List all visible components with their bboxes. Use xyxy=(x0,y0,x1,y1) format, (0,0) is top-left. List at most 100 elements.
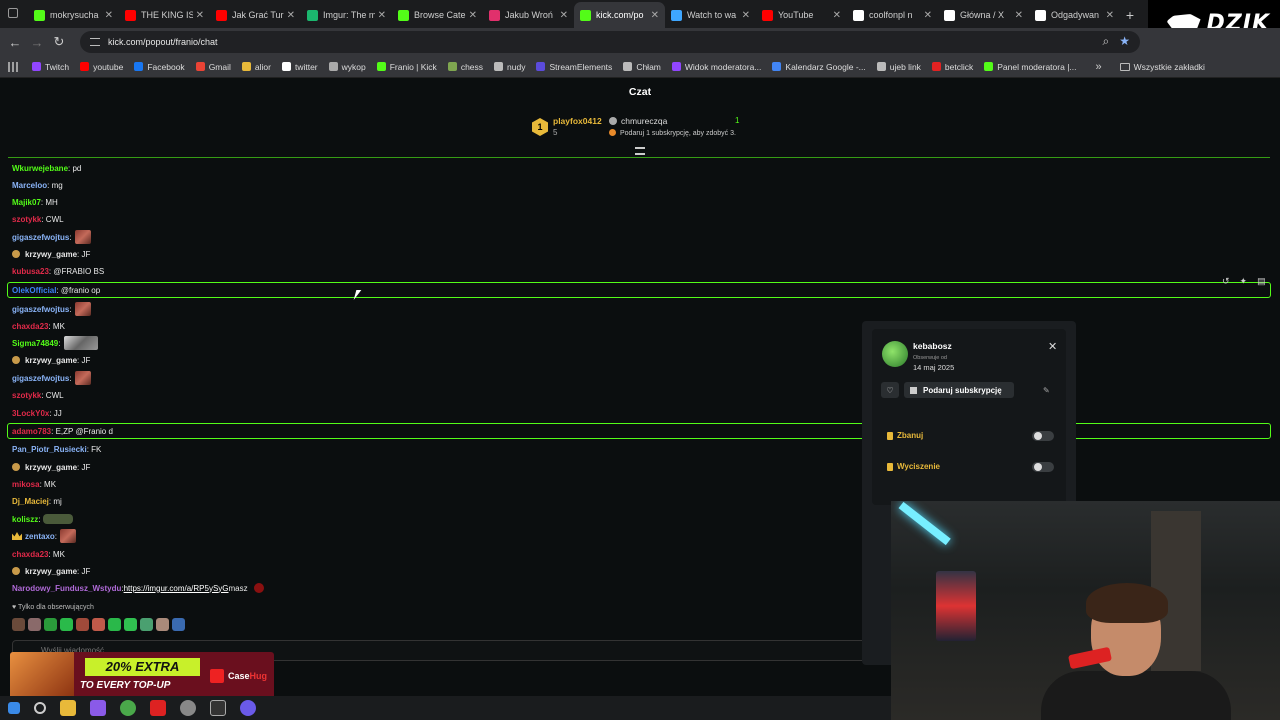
bookmark-item[interactable]: Franio | Kick xyxy=(376,62,437,72)
reply-icon[interactable]: ↺ xyxy=(1222,276,1230,287)
address-url[interactable]: kick.com/popout/franio/chat xyxy=(108,37,218,47)
chat-username[interactable]: chaxda23 xyxy=(12,322,48,331)
emote-icon[interactable] xyxy=(124,618,137,631)
tab-9[interactable]: coolfonpl n ✕ xyxy=(847,2,938,28)
chat-message[interactable]: szotykk: CWL xyxy=(12,211,64,227)
tab-close-icon[interactable]: ✕ xyxy=(924,10,932,21)
chat-username[interactable]: szotykk xyxy=(12,215,41,224)
tab-close-icon[interactable]: ✕ xyxy=(378,10,386,21)
zoom-icon[interactable]: ⌕ xyxy=(1103,34,1110,49)
close-icon[interactable]: ✕ xyxy=(1048,340,1057,353)
chat-message[interactable]: kubusa23: @FRABIO BS xyxy=(12,263,104,279)
chat-username[interactable]: mikosa xyxy=(12,480,40,489)
search-icon[interactable] xyxy=(34,702,46,714)
chat-message[interactable]: Dj_Maciej: mj xyxy=(12,493,62,509)
chat-username[interactable]: krzywy_game xyxy=(25,250,77,259)
emote-icon[interactable] xyxy=(12,618,25,631)
chat-username[interactable]: koliszz xyxy=(12,515,38,524)
bookmark-item[interactable]: Gmail xyxy=(195,62,231,72)
bookmark-item[interactable]: youtube xyxy=(80,62,123,72)
tab-close-icon[interactable]: ✕ xyxy=(1106,10,1114,21)
chat-username[interactable]: OlekOfficial xyxy=(12,286,56,295)
tab-close-icon[interactable]: ✕ xyxy=(196,10,204,21)
chat-message[interactable]: adamo783: E,ZP @Franio d xyxy=(12,423,113,439)
chat-username[interactable]: Sigma74849 xyxy=(12,339,58,348)
bookmark-item[interactable]: nudy xyxy=(494,62,525,72)
app-icon[interactable] xyxy=(90,700,106,716)
bookmark-item[interactable]: Kalendarz Google -... xyxy=(772,62,866,72)
chat-message[interactable]: 3LockY0x: JJ xyxy=(12,405,62,421)
bookmark-item[interactable]: betclick xyxy=(931,62,973,72)
delete-icon[interactable]: ▤ xyxy=(1257,276,1266,287)
chat-username[interactable]: krzywy_game xyxy=(25,567,77,576)
apps-grid-icon[interactable] xyxy=(8,61,18,72)
bookmark-item[interactable]: Widok moderatora... xyxy=(671,62,761,72)
chat-message[interactable]: OlekOfficial: @franio op xyxy=(12,282,100,298)
tab-close-icon[interactable]: ✕ xyxy=(469,10,477,21)
tab-6[interactable]: kick.com/po ✕ xyxy=(574,2,665,28)
tab-7[interactable]: Watch to wa ✕ xyxy=(665,2,756,28)
chat-username[interactable]: gigaszefwojtus xyxy=(12,305,69,314)
emote-icon[interactable] xyxy=(92,618,105,631)
emote-icon[interactable] xyxy=(140,618,153,631)
chat-message[interactable]: koliszz: xyxy=(12,511,74,527)
file-explorer-icon[interactable] xyxy=(60,700,76,716)
chat-message[interactable]: krzywy_game: JF xyxy=(12,352,90,368)
bookmarks-overflow-icon[interactable]: » xyxy=(1096,61,1102,73)
top-gifter-name[interactable]: playfox0412 xyxy=(553,116,602,126)
chat-username[interactable]: gigaszefwojtus xyxy=(12,374,69,383)
ban-toggle[interactable] xyxy=(1032,431,1054,441)
settings-icon[interactable] xyxy=(180,700,196,716)
chat-message[interactable]: mikosa: MK xyxy=(12,476,56,492)
tab-close-icon[interactable]: ✕ xyxy=(105,10,113,21)
tab-4[interactable]: Browse Cate ✕ xyxy=(392,2,483,28)
card-username[interactable]: kebabosz xyxy=(913,341,952,351)
emote-icon[interactable] xyxy=(28,618,41,631)
follow-heart-button[interactable]: ♡ xyxy=(881,382,899,398)
emote-icon[interactable] xyxy=(108,618,121,631)
tab-10[interactable]: Główna / X ✕ xyxy=(938,2,1029,28)
chat-username[interactable]: zentaxo xyxy=(25,532,55,541)
bookmark-item[interactable]: chess xyxy=(447,62,483,72)
chat-message[interactable]: krzywy_game: JF xyxy=(12,459,90,475)
tab-close-icon[interactable]: ✕ xyxy=(560,10,568,21)
gift-sub-button[interactable]: Podaruj subskrypcję xyxy=(904,382,1014,398)
highlighted-message-row[interactable] xyxy=(7,282,1271,298)
emote-icon[interactable] xyxy=(76,618,89,631)
chat-username[interactable]: gigaszefwojtus xyxy=(12,233,69,242)
chat-username[interactable]: Majik07 xyxy=(12,198,41,207)
tab-1[interactable]: THE KING IS ✕ xyxy=(119,2,210,28)
chat-message[interactable]: gigaszefwojtus: xyxy=(12,229,91,245)
all-bookmarks-button[interactable]: Wszystkie zakładki xyxy=(1119,62,1205,72)
chat-username[interactable]: Dj_Maciej xyxy=(12,497,49,506)
chat-username[interactable]: Pan_Piotr_Rusiecki xyxy=(12,445,87,454)
chat-username[interactable]: Narodowy_Fundusz_Wstydu xyxy=(12,584,121,593)
tab-close-icon[interactable]: ✕ xyxy=(742,10,750,21)
tab-0[interactable]: mokrysucha ✕ xyxy=(28,2,119,28)
tab-close-icon[interactable]: ✕ xyxy=(1015,10,1023,21)
chat-message[interactable]: Majik07: MH xyxy=(12,194,58,210)
emote-icon[interactable] xyxy=(156,618,169,631)
chat-message[interactable]: szotykk: CWL xyxy=(12,387,64,403)
site-info-icon[interactable] xyxy=(90,38,100,46)
reload-icon[interactable]: ↻ xyxy=(48,34,70,50)
bookmark-item[interactable]: Twitch xyxy=(32,62,69,72)
chat-username[interactable]: Wkurwejebane xyxy=(12,164,68,173)
mute-toggle[interactable] xyxy=(1032,462,1054,472)
chat-username[interactable]: krzywy_game xyxy=(25,463,77,472)
bookmark-star-icon[interactable]: ★ xyxy=(1119,34,1130,49)
highlighted-message-row[interactable] xyxy=(7,423,1271,439)
chat-message[interactable]: Sigma74849: xyxy=(12,335,98,351)
app-icon[interactable] xyxy=(150,700,166,716)
chat-message[interactable]: gigaszefwojtus: xyxy=(12,301,91,317)
tab-3[interactable]: Imgur: The m ✕ xyxy=(301,2,392,28)
epic-games-icon[interactable] xyxy=(210,700,226,716)
chat-username[interactable]: kubusa23 xyxy=(12,267,49,276)
bookmark-item[interactable]: twitter xyxy=(281,62,318,72)
chat-message[interactable]: gigaszefwojtus: xyxy=(12,370,91,386)
chat-username[interactable]: 3LockY0x xyxy=(12,409,49,418)
tab-11[interactable]: Odgadywan ✕ xyxy=(1029,2,1120,28)
chat-filter-icon[interactable] xyxy=(635,147,645,155)
back-icon[interactable]: ← xyxy=(4,35,26,50)
bookmark-item[interactable]: Panel moderatora |... xyxy=(984,62,1077,72)
